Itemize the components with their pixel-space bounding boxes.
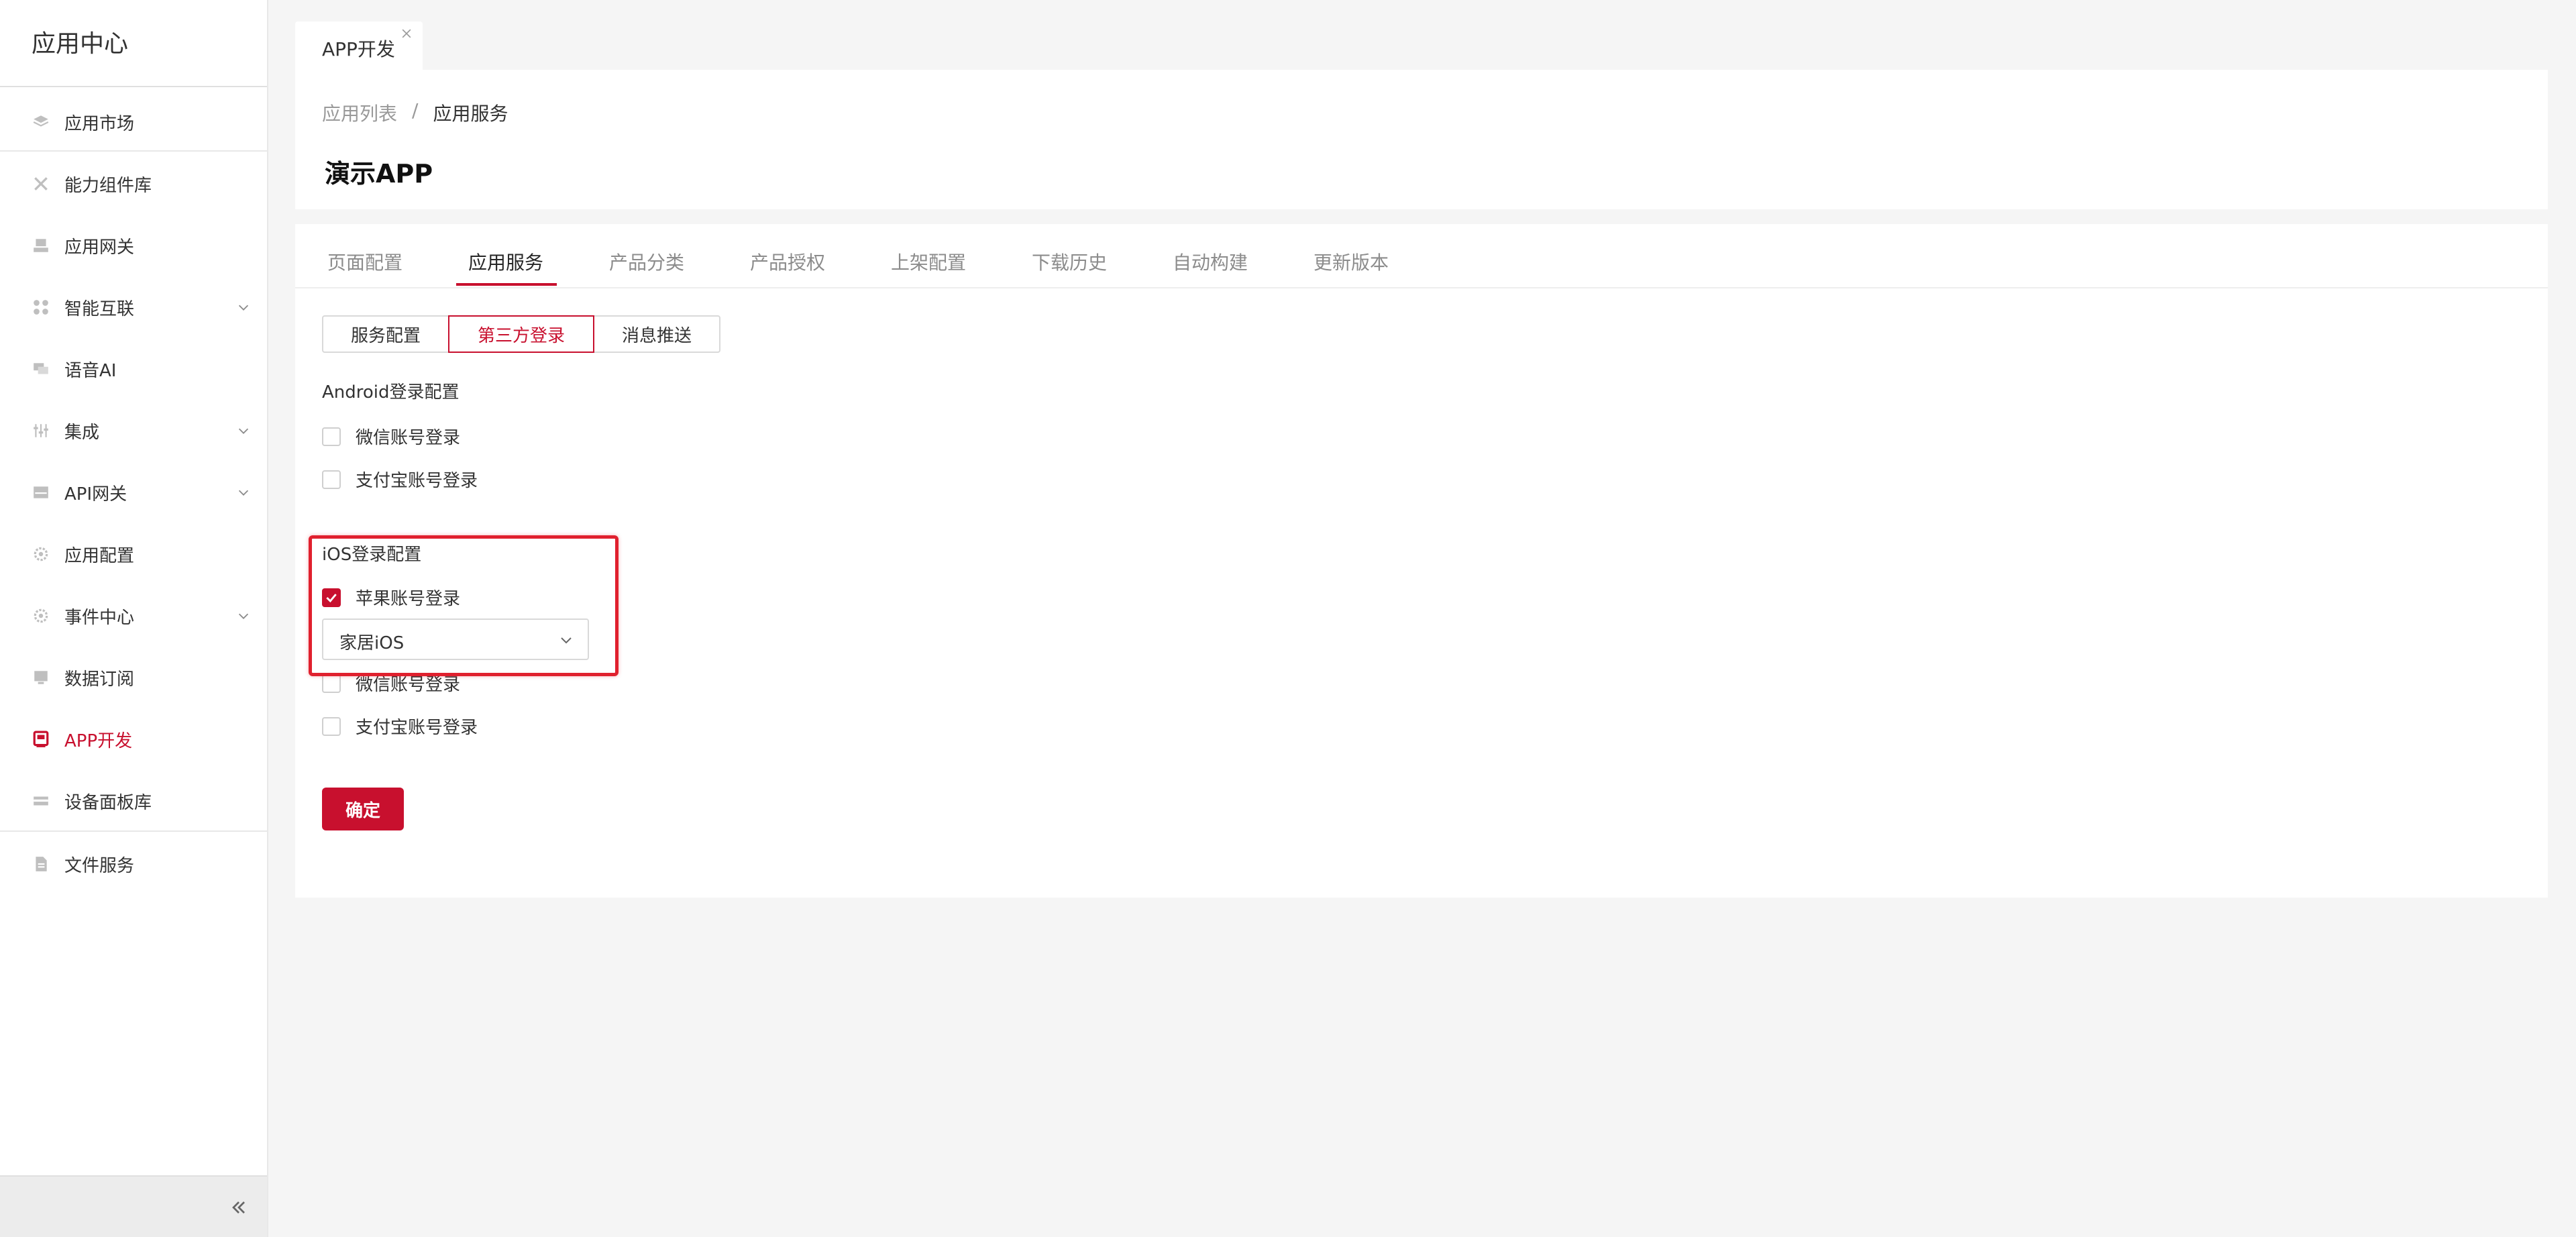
ios-alipay-login-option[interactable]: 支付宝账号登录 — [322, 714, 478, 739]
chevron-down-icon — [238, 613, 249, 619]
gateway-icon — [32, 237, 50, 254]
select-value: 家居iOS — [339, 633, 405, 653]
ios-login-config-title: iOS登录配置 — [322, 545, 422, 565]
tab-update-version[interactable]: 更新版本 — [1313, 248, 1389, 275]
tab-app-service[interactable]: 应用服务 — [468, 248, 543, 275]
tab-page-config[interactable]: 页面配置 — [327, 248, 402, 275]
android-alipay-login-option[interactable]: 支付宝账号登录 — [322, 467, 478, 492]
sidebar-item-file-service[interactable]: 文件服务 — [0, 833, 267, 895]
android-wechat-login-option[interactable]: 微信账号登录 — [322, 424, 460, 449]
segment-service-config[interactable]: 服务配置 — [322, 315, 449, 353]
tab-bar: 页面配置 应用服务 产品分类 产品授权 上架配置 下载历史 自动构建 更新版本 — [295, 224, 2548, 288]
tab-product-category[interactable]: 产品分类 — [609, 248, 684, 275]
grid-icon — [32, 299, 50, 316]
sidebar-item-app-gateway[interactable]: 应用网关 — [0, 215, 267, 276]
checkbox-label: 支付宝账号登录 — [356, 718, 478, 738]
main-content: 页面配置 应用服务 产品分类 产品授权 上架配置 下载历史 自动构建 更新版本 … — [295, 224, 2548, 898]
divider — [0, 86, 267, 87]
checkbox[interactable] — [322, 716, 341, 736]
checkbox-label: 微信账号登录 — [356, 675, 461, 695]
breadcrumb-item-app-service: 应用服务 — [433, 103, 508, 125]
sidebar-item-label: 数据订阅 — [64, 669, 135, 690]
tab-listing-config[interactable]: 上架配置 — [891, 248, 966, 275]
tab-product-authorization[interactable]: 产品授权 — [750, 248, 825, 275]
sidebar-item-label: 能力组件库 — [64, 175, 152, 196]
checkbox[interactable] — [322, 674, 341, 693]
checkbox[interactable] — [322, 470, 341, 489]
sidebar-item-label: 设备面板库 — [64, 792, 152, 813]
page-tab-app-development[interactable]: APP开发 — [295, 21, 423, 70]
checkbox[interactable] — [322, 427, 341, 446]
sidebar-item-device-panel-library[interactable]: 设备面板库 — [0, 770, 267, 832]
segment-third-party-login[interactable]: 第三方登录 — [448, 315, 594, 353]
sidebar-item-component-library[interactable]: 能力组件库 — [0, 153, 267, 215]
gear-icon — [32, 545, 50, 563]
sidebar-item-integration[interactable]: 集成 — [0, 400, 267, 462]
sidebar-title: 应用中心 — [32, 30, 129, 58]
chevron-down-icon — [238, 305, 249, 311]
active-tab-indicator — [456, 283, 557, 286]
sidebar-item-label: API网关 — [64, 484, 127, 504]
sidebar-item-label: APP开发 — [64, 731, 133, 751]
divider — [0, 150, 267, 152]
checkbox-label: 苹果账号登录 — [356, 589, 461, 609]
tab-download-history[interactable]: 下载历史 — [1032, 248, 1107, 275]
checkbox-label: 微信账号登录 — [356, 428, 461, 448]
confirm-button[interactable]: 确定 — [322, 788, 404, 830]
breadcrumb-item-app-list[interactable]: 应用列表 — [322, 99, 397, 126]
sidebar-item-label: 智能互联 — [64, 299, 135, 319]
checkbox-label: 支付宝账号登录 — [356, 471, 478, 491]
chevron-down-icon — [238, 490, 249, 496]
sidebar-item-smart-connect[interactable]: 智能互联 — [0, 276, 267, 338]
page-title: 演示APP — [325, 159, 433, 189]
breadcrumb: 应用列表 / 应用服务 — [322, 99, 508, 126]
tab-auto-build[interactable]: 自动构建 — [1173, 248, 1248, 275]
sidebar-item-data-subscription[interactable]: 数据订阅 — [0, 647, 267, 708]
ios-app-select[interactable]: 家居iOS — [322, 618, 589, 660]
checkbox-checked[interactable] — [322, 588, 341, 607]
breadcrumb-separator: / — [412, 99, 419, 121]
sidebar-item-label: 应用市场 — [64, 113, 135, 134]
sidebar-collapse-bar[interactable] — [0, 1175, 267, 1237]
chevron-down-icon — [238, 428, 249, 434]
page-header: 应用列表 / 应用服务 演示APP — [295, 70, 2548, 209]
monitor-icon — [32, 669, 50, 686]
panel-icon — [32, 792, 50, 810]
sliders-icon — [32, 422, 50, 439]
sidebar-item-event-center[interactable]: 事件中心 — [0, 585, 267, 647]
sidebar-item-api-gateway[interactable]: API网关 — [0, 462, 267, 523]
double-chevron-left-icon[interactable] — [228, 1197, 250, 1218]
sidebar-item-app-config[interactable]: 应用配置 — [0, 523, 267, 585]
divider — [0, 830, 267, 832]
sidebar-item-label: 应用网关 — [64, 237, 135, 258]
chevron-down-icon — [561, 637, 572, 644]
sidebar-item-label: 应用配置 — [64, 545, 135, 566]
sidebar-item-label: 文件服务 — [64, 855, 135, 876]
tools-icon — [32, 175, 50, 193]
app-icon — [32, 731, 50, 748]
gear-icon — [32, 607, 50, 625]
sidebar-item-label: 语音AI — [64, 360, 117, 381]
check-icon — [326, 593, 337, 602]
android-login-config-title: Android登录配置 — [322, 382, 460, 402]
sidebar-item-voice-ai[interactable]: 语音AI — [0, 338, 267, 400]
layers-icon — [32, 113, 50, 131]
ios-wechat-login-option[interactable]: 微信账号登录 — [322, 671, 460, 696]
close-icon[interactable] — [400, 27, 413, 40]
api-icon — [32, 484, 50, 501]
sidebar-item-label: 事件中心 — [64, 607, 135, 628]
sidebar-item-label: 集成 — [64, 422, 100, 443]
sidebar-item-app-development[interactable]: APP开发 — [0, 708, 267, 770]
chat-icon — [32, 360, 50, 378]
page-tab-label: APP开发 — [322, 38, 395, 60]
segmented-control: 服务配置 第三方登录 消息推送 — [322, 315, 720, 353]
sidebar-item-app-market[interactable]: 应用市场 — [0, 91, 267, 153]
ios-apple-login-option[interactable]: 苹果账号登录 — [322, 585, 460, 610]
sidebar: 应用中心 应用市场 能力组件库 应用网关 智能互联 语音AI 集成 API网关 … — [0, 0, 268, 1237]
file-icon — [32, 855, 50, 873]
segment-message-push[interactable]: 消息推送 — [593, 315, 720, 353]
